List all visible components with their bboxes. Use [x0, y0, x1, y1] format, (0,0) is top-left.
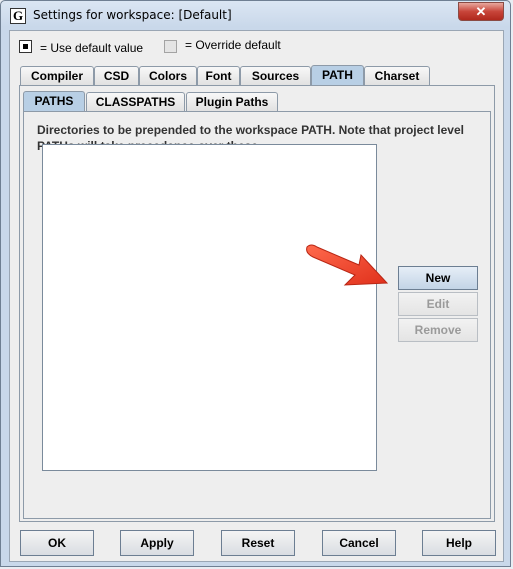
paths-list[interactable] — [42, 144, 377, 471]
help-button[interactable]: Help — [422, 530, 496, 556]
tab-font[interactable]: Font — [197, 66, 240, 85]
remove-path-button[interactable]: Remove — [398, 318, 478, 342]
paths-subpanel: Directories to be prepended to the works… — [23, 111, 491, 519]
tab-charset[interactable]: Charset — [364, 66, 430, 85]
cancel-button[interactable]: Cancel — [322, 530, 396, 556]
tab-colors[interactable]: Colors — [139, 66, 197, 85]
edit-path-button[interactable]: Edit — [398, 292, 478, 316]
close-button[interactable]: ✕ — [458, 2, 504, 21]
tab-classpaths[interactable]: CLASSPATHS — [86, 92, 185, 111]
reset-button[interactable]: Reset — [221, 530, 295, 556]
tab-path[interactable]: PATH — [311, 65, 364, 85]
tab-plugin-paths[interactable]: Plugin Paths — [186, 92, 278, 111]
annotation-arrow-icon — [306, 244, 389, 286]
ok-button[interactable]: OK — [20, 530, 94, 556]
default-value-legend: = Use default value — [40, 41, 144, 55]
tab-paths[interactable]: PATHS — [23, 91, 85, 111]
settings-window: G Settings for workspace: [Default] ✕ = … — [0, 0, 511, 567]
dialog-content: = Use default value = Override default C… — [9, 30, 504, 562]
default-value-indicator-icon — [19, 40, 32, 53]
tab-compiler[interactable]: Compiler — [20, 66, 94, 85]
window-title: Settings for workspace: [Default] — [33, 8, 232, 22]
app-logo-icon: G — [10, 8, 26, 24]
new-path-button[interactable]: New — [398, 266, 478, 290]
override-indicator-icon — [164, 40, 177, 53]
title-bar[interactable]: G Settings for workspace: [Default] ✕ — [1, 1, 510, 29]
path-tab-panel: PATHS CLASSPATHS Plugin Paths Directorie… — [19, 85, 495, 522]
override-legend: = Override default — [185, 38, 281, 52]
tab-csd[interactable]: CSD — [94, 66, 139, 85]
tab-sources[interactable]: Sources — [240, 66, 311, 85]
apply-button[interactable]: Apply — [120, 530, 194, 556]
